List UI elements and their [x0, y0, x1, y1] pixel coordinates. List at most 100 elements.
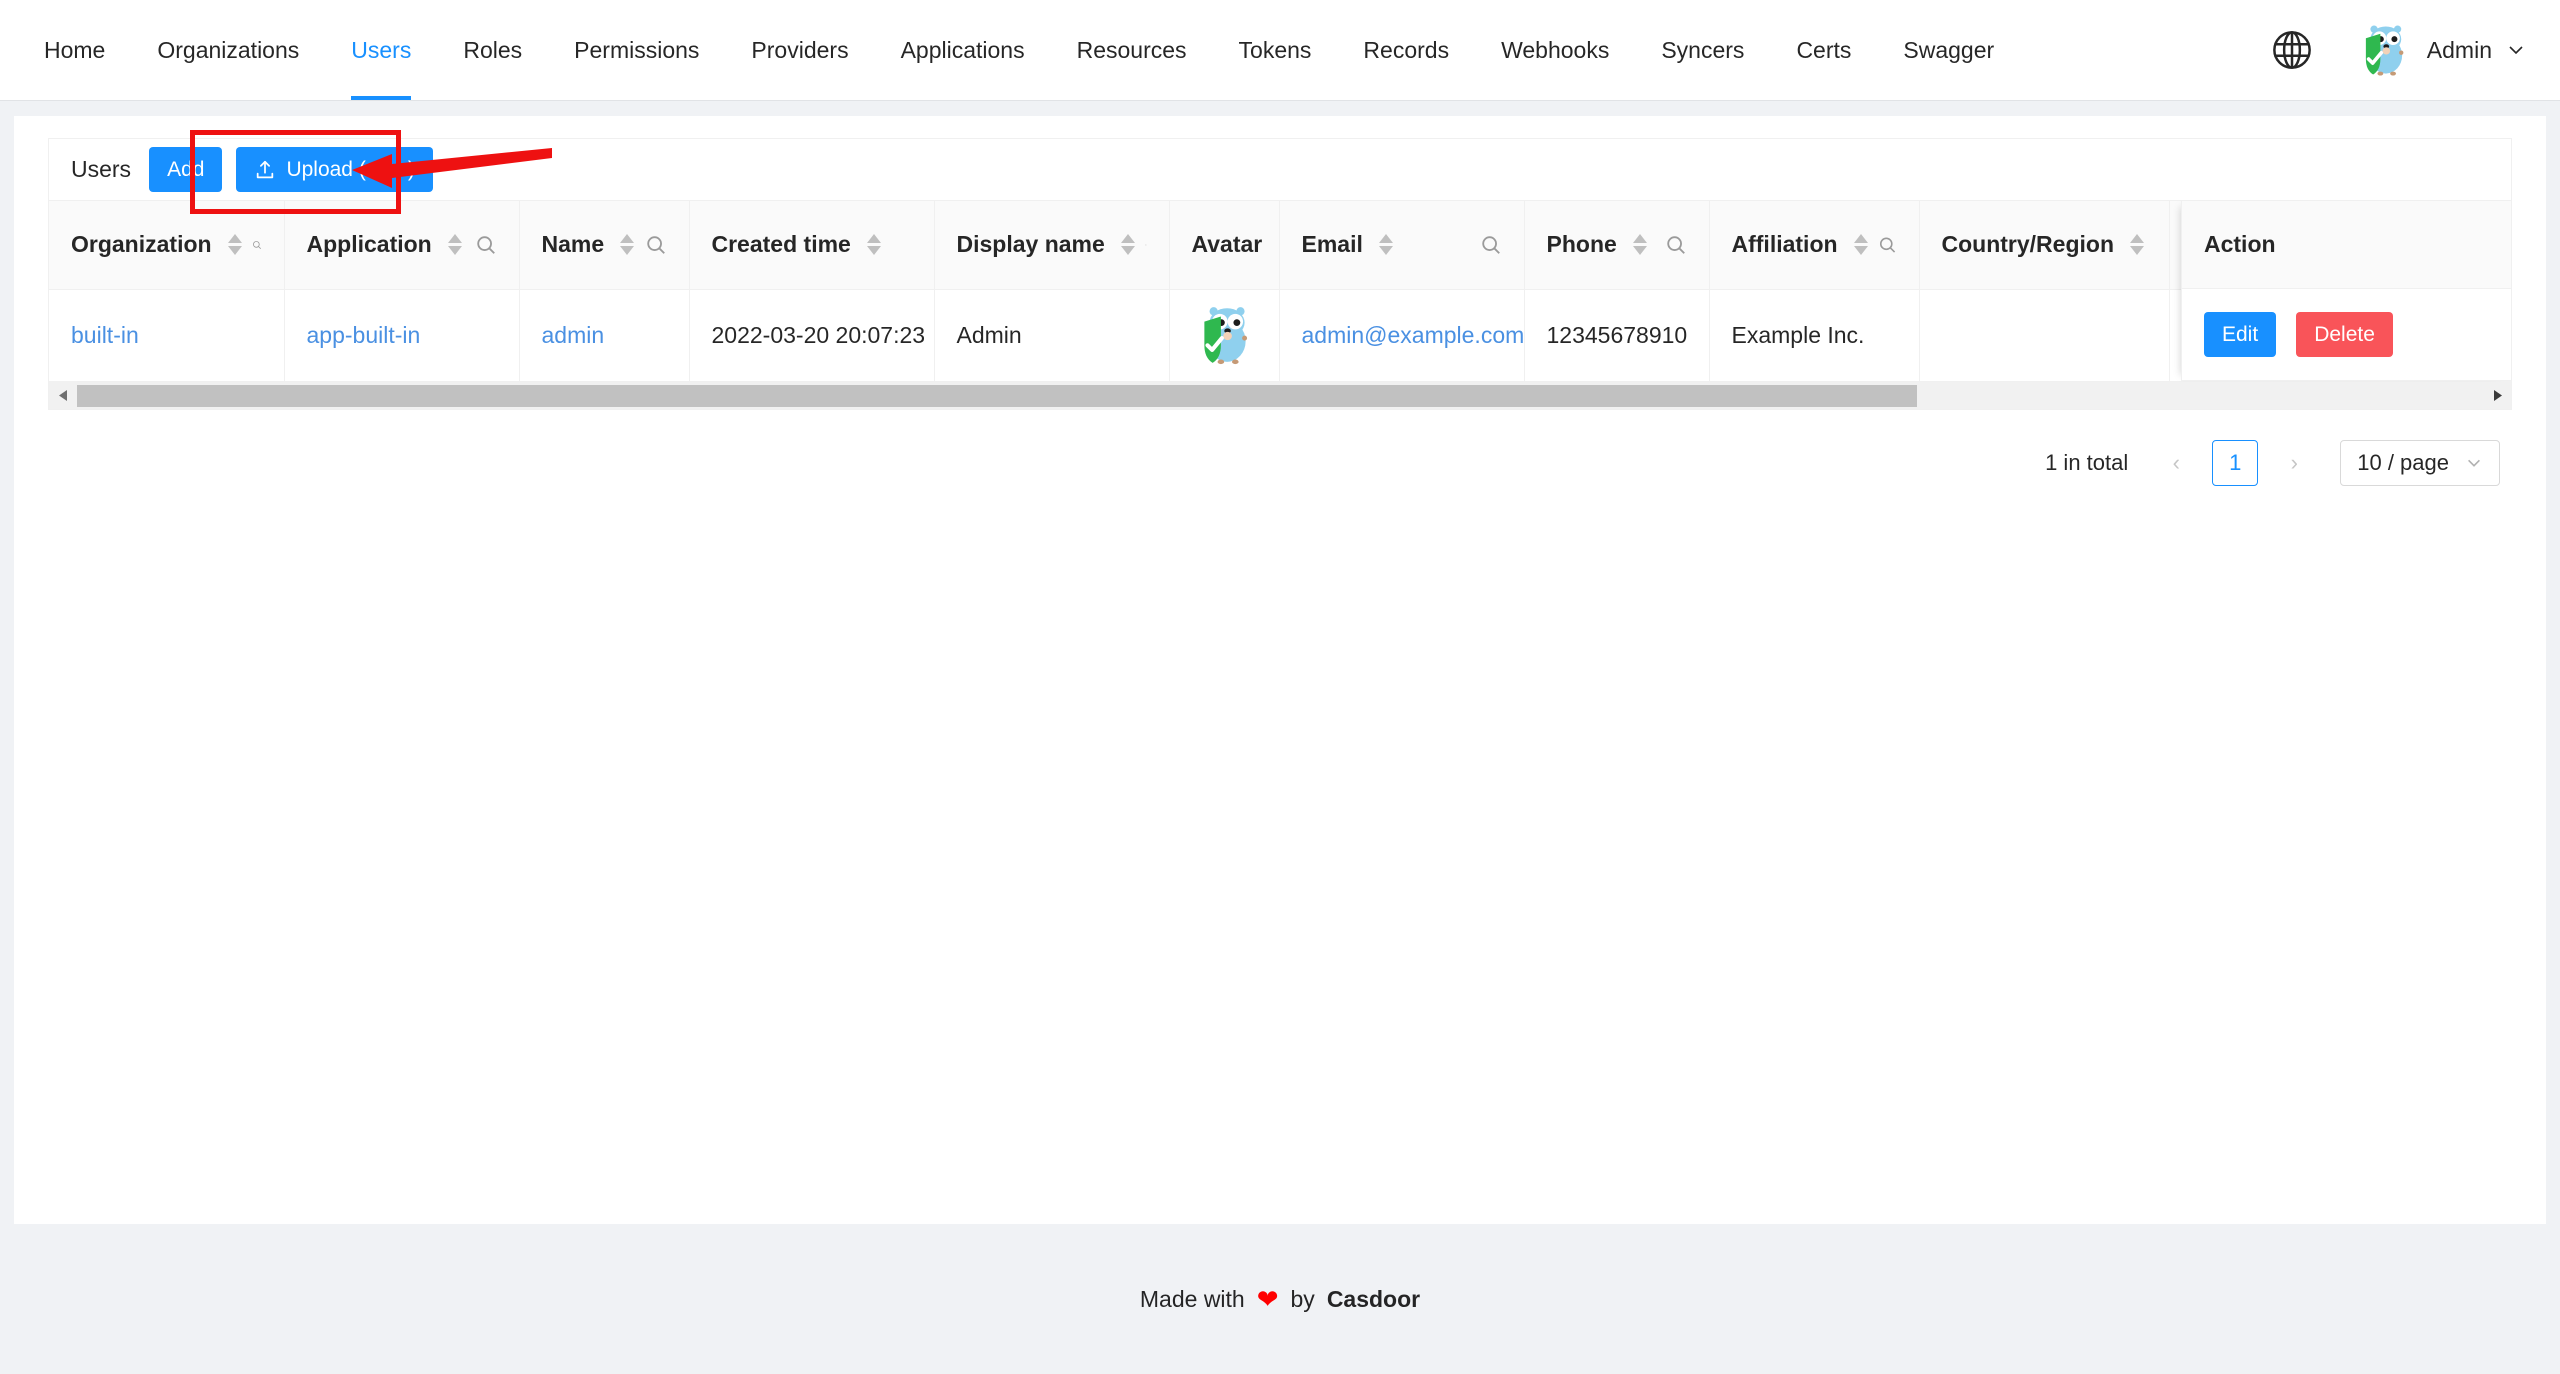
organization-link[interactable]: built-in	[71, 322, 139, 348]
search-icon[interactable]	[1480, 234, 1502, 256]
gopher-shield-avatar-icon[interactable]	[1192, 302, 1258, 368]
nav-tab-syncers[interactable]: Syncers	[1635, 0, 1770, 100]
col-label: Organization	[71, 231, 212, 258]
col-header-organization[interactable]: Organization	[49, 201, 284, 289]
col-header-country-region[interactable]: Country/Region	[1919, 201, 2169, 289]
pagination-prev-button[interactable]: ‹	[2154, 441, 2198, 485]
sort-icon[interactable]	[1121, 234, 1135, 255]
triangle-left-icon	[58, 389, 69, 402]
nav-tab-label: Applications	[901, 37, 1025, 64]
cell-affiliation: Example Inc.	[1709, 289, 1919, 381]
horizontal-scrollbar[interactable]	[49, 382, 2511, 410]
col-header-application[interactable]: Application	[284, 201, 519, 289]
application-link[interactable]: app-built-in	[307, 322, 421, 348]
user-name-link[interactable]: admin	[542, 322, 605, 348]
search-icon[interactable]	[1145, 234, 1147, 256]
scrollbar-track[interactable]	[77, 382, 2483, 409]
nav-tab-resources[interactable]: Resources	[1051, 0, 1213, 100]
nav-tab-webhooks[interactable]: Webhooks	[1475, 0, 1635, 100]
nav-tab-organizations[interactable]: Organizations	[131, 0, 325, 100]
nav-tab-providers[interactable]: Providers	[725, 0, 874, 100]
nav-tab-label: Resources	[1077, 37, 1187, 64]
nav-tab-certs[interactable]: Certs	[1770, 0, 1877, 100]
globe-icon[interactable]	[2269, 27, 2315, 73]
col-label: Phone	[1547, 231, 1617, 258]
pagination-page-1[interactable]: 1	[2212, 440, 2258, 486]
nav-tab-permissions[interactable]: Permissions	[548, 0, 725, 100]
footer-by: by	[1291, 1286, 1315, 1313]
add-button-label: Add	[167, 158, 204, 182]
cell-phone: 12345678910	[1524, 289, 1709, 381]
search-icon[interactable]	[1878, 234, 1897, 256]
account-name[interactable]: Admin	[2427, 37, 2492, 64]
nav-tab-users[interactable]: Users	[325, 0, 437, 100]
pagination-next-button[interactable]: ›	[2272, 441, 2316, 485]
action-column: Action Edit Delete	[2181, 201, 2511, 381]
col-header-created-time[interactable]: Created time	[689, 201, 934, 289]
search-icon[interactable]	[252, 234, 262, 256]
upload-button-label: Upload (.xlsx)	[286, 158, 414, 182]
sort-icon[interactable]	[867, 234, 881, 255]
nav-tab-swagger[interactable]: Swagger	[1877, 0, 2020, 100]
email-link[interactable]: admin@example.com	[1302, 322, 1525, 348]
table-header: Organization Application	[49, 201, 2484, 289]
cell-name: admin	[519, 289, 689, 381]
col-label: Created time	[712, 231, 851, 258]
upload-icon	[254, 159, 276, 181]
cell-country-region	[1919, 289, 2169, 381]
sort-icon[interactable]	[2130, 234, 2144, 255]
users-table: Organization Application	[49, 201, 2485, 382]
search-icon[interactable]	[1665, 234, 1687, 256]
col-label: Avatar	[1192, 231, 1263, 258]
page-size-select[interactable]: 10 / page	[2340, 440, 2500, 486]
edit-button[interactable]: Edit	[2204, 312, 2276, 357]
cell-organization: built-in	[49, 289, 284, 381]
table-row: built-in app-built-in admin 2022-03-20 2…	[49, 289, 2484, 381]
nav-tab-label: Home	[44, 37, 105, 64]
sort-icon[interactable]	[1854, 234, 1868, 255]
nav-tab-label: Providers	[751, 37, 848, 64]
chevron-down-icon[interactable]	[2506, 40, 2526, 60]
avatar[interactable]	[2355, 21, 2413, 79]
footer-made-with: Made with	[1140, 1286, 1245, 1313]
add-button[interactable]: Add	[149, 147, 222, 192]
col-label: Country/Region	[1942, 231, 2115, 258]
navbar-right-group: Admin	[2269, 0, 2560, 100]
nav-tab-label: Certs	[1796, 37, 1851, 64]
col-label: Email	[1302, 231, 1363, 258]
page-title: Users	[71, 156, 131, 183]
sort-icon[interactable]	[228, 234, 242, 255]
search-icon[interactable]	[645, 234, 667, 256]
col-header-name[interactable]: Name	[519, 201, 689, 289]
upload-xlsx-button[interactable]: Upload (.xlsx)	[236, 147, 432, 192]
col-header-phone[interactable]: Phone	[1524, 201, 1709, 289]
sort-icon[interactable]	[620, 234, 634, 255]
users-table-container: Users Add Upload (.xlsx)	[48, 138, 2512, 410]
col-label: Name	[542, 231, 605, 258]
scrollbar-thumb[interactable]	[77, 385, 1917, 407]
sort-icon[interactable]	[1633, 234, 1647, 255]
col-header-email[interactable]: Email	[1279, 201, 1524, 289]
nav-tab-label: Users	[351, 37, 411, 64]
scroll-right-arrow-icon[interactable]	[2483, 381, 2511, 409]
footer: Made with ❤ by Casdoor	[0, 1224, 2560, 1374]
scroll-left-arrow-icon[interactable]	[49, 381, 77, 409]
nav-tab-tokens[interactable]: Tokens	[1213, 0, 1338, 100]
nav-tab-label: Organizations	[157, 37, 299, 64]
page-size-label: 10 / page	[2357, 450, 2449, 476]
chevron-right-icon: ›	[2291, 450, 2298, 476]
nav-tab-home[interactable]: Home	[18, 0, 131, 100]
delete-button[interactable]: Delete	[2296, 312, 2393, 357]
row-action-cell: Edit Delete	[2182, 289, 2511, 381]
sort-icon[interactable]	[448, 234, 462, 255]
col-header-display-name[interactable]: Display name	[934, 201, 1169, 289]
footer-brand: Casdoor	[1327, 1286, 1420, 1313]
pagination: 1 in total ‹ 1 › 10 / page	[48, 410, 2512, 486]
nav-tab-roles[interactable]: Roles	[437, 0, 548, 100]
table-toolbar: Users Add Upload (.xlsx)	[49, 139, 2511, 201]
sort-icon[interactable]	[1379, 234, 1393, 255]
search-icon[interactable]	[475, 234, 497, 256]
nav-tab-records[interactable]: Records	[1337, 0, 1475, 100]
col-header-affiliation[interactable]: Affiliation	[1709, 201, 1919, 289]
nav-tab-applications[interactable]: Applications	[875, 0, 1051, 100]
